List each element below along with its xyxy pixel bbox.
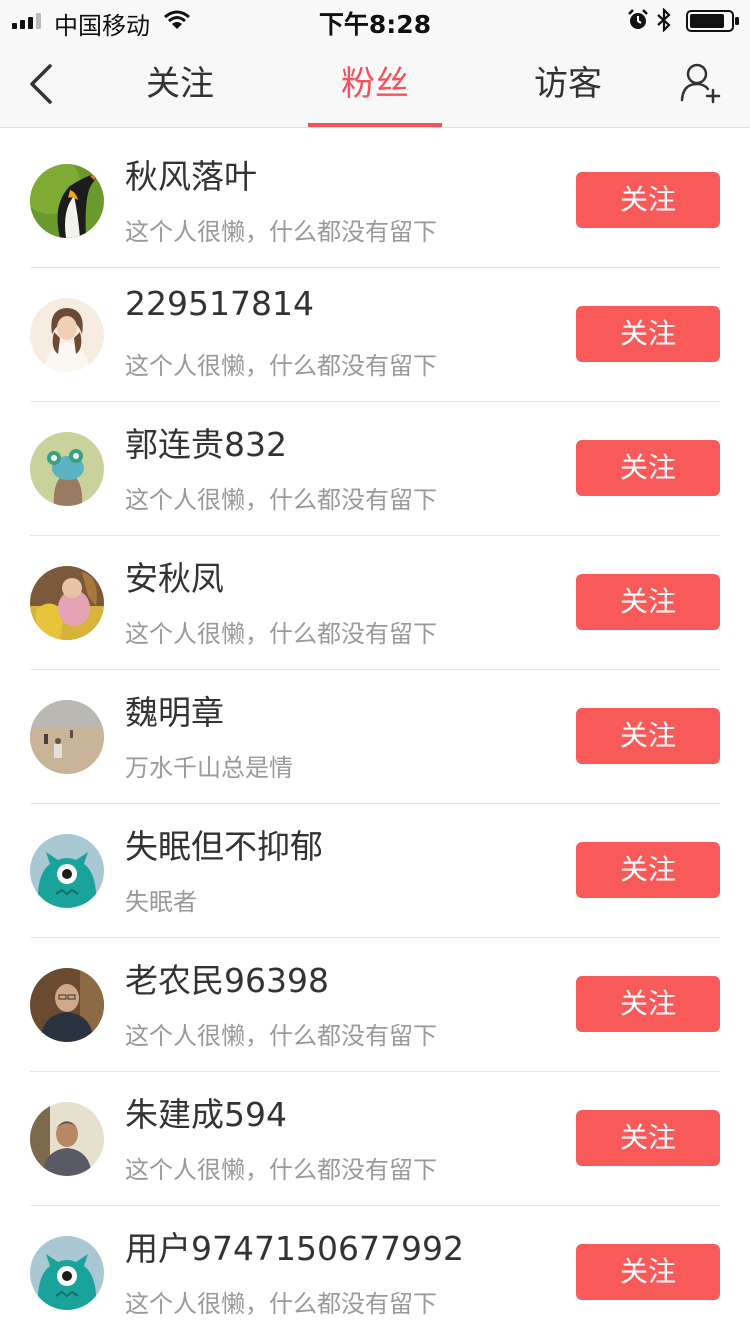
avatar[interactable] <box>30 968 104 1042</box>
avatar[interactable] <box>30 700 104 774</box>
elderly-man-avatar-image <box>30 968 104 1042</box>
woman-avatar-image <box>30 298 104 372</box>
follow-button[interactable]: 关注 <box>576 574 720 630</box>
child-avatar-image <box>30 566 104 640</box>
follow-button[interactable]: 关注 <box>576 976 720 1032</box>
avatar[interactable] <box>30 834 104 908</box>
alarm-icon <box>628 9 648 29</box>
fan-bio: 这个人很懒，什么都没有留下 <box>125 1290 437 1318</box>
active-tab-indicator <box>308 123 442 127</box>
follow-button[interactable]: 关注 <box>576 1110 720 1166</box>
fan-list-item[interactable]: 失眠但不抑郁 失眠者 关注 <box>0 804 750 938</box>
avatar[interactable] <box>30 432 104 506</box>
fan-name: 朱建成594 <box>125 1095 287 1134</box>
fan-list-item[interactable]: 老农民96398 这个人很懒，什么都没有留下 关注 <box>0 938 750 1072</box>
follow-button[interactable]: 关注 <box>576 1244 720 1300</box>
fan-bio: 失眠者 <box>125 888 197 916</box>
follow-button[interactable]: 关注 <box>576 842 720 898</box>
fan-list-item[interactable]: 安秋凤 这个人很懒，什么都没有留下 关注 <box>0 536 750 670</box>
fan-bio: 这个人很懒，什么都没有留下 <box>125 218 437 246</box>
tab-visitors[interactable]: 访客 <box>518 40 618 128</box>
fan-bio: 这个人很懒，什么都没有留下 <box>125 1156 437 1184</box>
fan-list-item[interactable]: 朱建成594 这个人很懒，什么都没有留下 关注 <box>0 1072 750 1206</box>
follow-button[interactable]: 关注 <box>576 172 720 228</box>
fan-name: 用户9747150677992 <box>125 1229 464 1268</box>
fans-list: 秋风落叶 这个人很懒，什么都没有留下 关注 229517814 这个人很懒，什么… <box>0 134 750 1334</box>
fan-name: 老农民96398 <box>125 961 329 1000</box>
tab-following[interactable]: 关注 <box>130 40 230 128</box>
default-monster-avatar-image <box>30 834 104 908</box>
cartoon-avatar-image <box>30 432 104 506</box>
fan-bio: 万水千山总是情 <box>125 754 293 782</box>
add-user-icon <box>680 63 721 104</box>
back-button[interactable] <box>22 62 62 106</box>
status-bar: 中国移动 下午8:28 <box>0 0 750 40</box>
avatar[interactable] <box>30 1236 104 1310</box>
follow-button[interactable]: 关注 <box>576 306 720 362</box>
avatar[interactable] <box>30 164 104 238</box>
fan-name: 秋风落叶 <box>125 157 257 196</box>
fan-list-item[interactable]: 魏明章 万水千山总是情 关注 <box>0 670 750 804</box>
fan-name: 229517814 <box>125 284 314 323</box>
follow-button[interactable]: 关注 <box>576 440 720 496</box>
avatar[interactable] <box>30 566 104 640</box>
penguin-avatar-image <box>30 164 104 238</box>
signal-icon <box>12 13 41 29</box>
beach-avatar-image <box>30 700 104 774</box>
avatar[interactable] <box>30 298 104 372</box>
carrier-name: 中国移动 <box>54 12 150 40</box>
wifi-icon <box>164 10 190 29</box>
man-avatar-image <box>30 1102 104 1176</box>
tab-fans[interactable]: 粉丝 <box>308 40 442 128</box>
fan-name: 安秋凤 <box>125 559 224 598</box>
fan-list-item[interactable]: 用户9747150677992 这个人很懒，什么都没有留下 关注 <box>0 1206 750 1334</box>
chevron-left-icon <box>30 64 52 104</box>
fan-name: 失眠但不抑郁 <box>125 827 323 866</box>
fan-bio: 这个人很懒，什么都没有留下 <box>125 486 437 514</box>
fan-bio: 这个人很懒，什么都没有留下 <box>125 620 437 648</box>
fan-name: 郭连贵832 <box>125 425 287 464</box>
battery-icon <box>686 10 739 32</box>
top-navigation: 关注 粉丝 访客 <box>0 40 750 128</box>
avatar[interactable] <box>30 1102 104 1176</box>
fan-bio: 这个人很懒，什么都没有留下 <box>125 352 437 380</box>
fan-list-item[interactable]: 229517814 这个人很懒，什么都没有留下 关注 <box>0 268 750 402</box>
fan-bio: 这个人很懒，什么都没有留下 <box>125 1022 437 1050</box>
fan-list-item[interactable]: 秋风落叶 这个人很懒，什么都没有留下 关注 <box>0 134 750 268</box>
fan-list-item[interactable]: 郭连贵832 这个人很懒，什么都没有留下 关注 <box>0 402 750 536</box>
add-user-button[interactable] <box>680 62 722 104</box>
bluetooth-icon <box>657 8 671 32</box>
fan-name: 魏明章 <box>125 693 224 732</box>
default-monster-avatar-image <box>30 1236 104 1310</box>
follow-button[interactable]: 关注 <box>576 708 720 764</box>
